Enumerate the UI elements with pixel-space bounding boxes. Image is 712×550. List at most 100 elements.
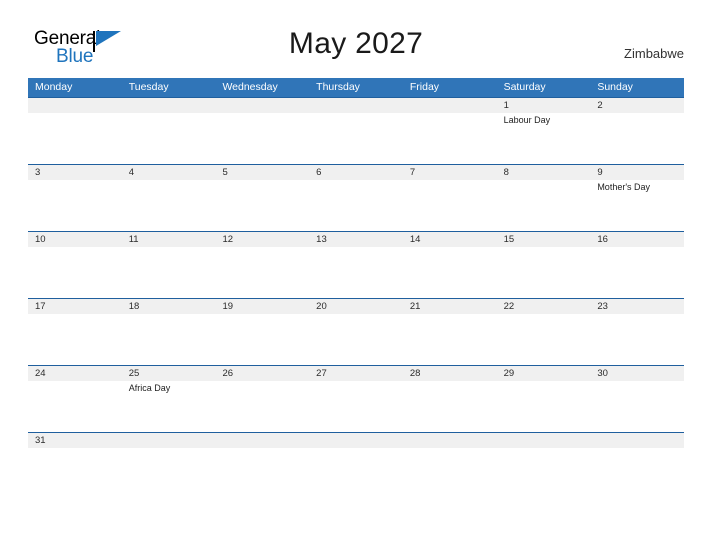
day-cell[interactable]: [121, 314, 216, 365]
calendar-page: General Blue May 2027 Zimbabwe Monday Tu…: [0, 0, 712, 550]
day-cell[interactable]: [309, 381, 403, 432]
date-number[interactable]: 1: [497, 98, 591, 113]
day-cell[interactable]: [402, 314, 497, 365]
date-number[interactable]: [590, 433, 684, 448]
date-number[interactable]: 12: [215, 232, 309, 247]
day-cell[interactable]: [309, 113, 403, 164]
date-number[interactable]: [122, 98, 216, 113]
day-cell[interactable]: [309, 180, 403, 231]
week-body-strip: [28, 448, 685, 457]
weekday-monday: Monday: [35, 81, 73, 93]
day-cell[interactable]: [496, 247, 591, 298]
date-number[interactable]: 26: [215, 366, 309, 381]
date-number[interactable]: 17: [28, 299, 122, 314]
day-cell[interactable]: [309, 448, 403, 457]
date-number[interactable]: 13: [309, 232, 403, 247]
date-number[interactable]: 2: [590, 98, 684, 113]
event-label: Mother's Day: [597, 182, 651, 192]
date-number[interactable]: 10: [28, 232, 122, 247]
date-number[interactable]: 4: [122, 165, 216, 180]
date-number[interactable]: 15: [497, 232, 591, 247]
day-cell[interactable]: [402, 381, 497, 432]
day-cell[interactable]: [215, 448, 310, 457]
date-number[interactable]: 3: [28, 165, 122, 180]
date-number[interactable]: 6: [309, 165, 403, 180]
day-cell[interactable]: Africa Day: [121, 381, 216, 432]
day-cell[interactable]: [309, 314, 403, 365]
day-cell[interactable]: [28, 113, 122, 164]
date-number[interactable]: 18: [122, 299, 216, 314]
date-number[interactable]: 27: [309, 366, 403, 381]
day-cell[interactable]: [590, 381, 685, 432]
date-number[interactable]: 23: [590, 299, 684, 314]
day-cell[interactable]: Labour Day: [496, 113, 591, 164]
day-cell[interactable]: [590, 448, 685, 457]
day-cell[interactable]: [121, 180, 216, 231]
date-number[interactable]: [309, 98, 403, 113]
week-row: 17 18 19 20 21 22 23: [28, 298, 685, 365]
day-cell[interactable]: [28, 180, 122, 231]
date-number[interactable]: [309, 433, 403, 448]
day-cell[interactable]: [121, 448, 216, 457]
day-cell[interactable]: Mother's Day: [590, 180, 685, 231]
date-number[interactable]: [122, 433, 216, 448]
day-cell[interactable]: [402, 247, 497, 298]
day-cell[interactable]: [402, 180, 497, 231]
date-number[interactable]: 19: [215, 299, 309, 314]
day-cell[interactable]: [590, 247, 685, 298]
date-number[interactable]: 31: [28, 433, 122, 448]
date-number[interactable]: [403, 433, 497, 448]
week-body-strip: [28, 314, 685, 365]
week-date-strip: 31: [28, 433, 684, 448]
date-number[interactable]: 11: [122, 232, 216, 247]
week-row: 1 2 Labour Day: [28, 97, 685, 164]
weekday-friday: Friday: [409, 81, 440, 93]
date-number[interactable]: [215, 433, 309, 448]
week-body-strip: Mother's Day: [28, 180, 685, 231]
date-number[interactable]: 20: [309, 299, 403, 314]
day-cell[interactable]: [496, 180, 591, 231]
day-cell[interactable]: [496, 314, 591, 365]
date-number[interactable]: 21: [403, 299, 497, 314]
day-cell[interactable]: [28, 381, 122, 432]
day-cell[interactable]: [121, 247, 216, 298]
date-number[interactable]: 30: [590, 366, 684, 381]
week-date-strip: 1 2: [28, 98, 684, 113]
day-cell[interactable]: [28, 448, 122, 457]
date-number[interactable]: 14: [403, 232, 497, 247]
country-label: Zimbabwe: [624, 46, 684, 61]
date-number[interactable]: 7: [403, 165, 497, 180]
event-label: Labour Day: [503, 115, 551, 125]
day-cell[interactable]: [215, 180, 310, 231]
date-number[interactable]: 29: [497, 366, 591, 381]
date-number[interactable]: 5: [215, 165, 309, 180]
week-row: 31: [28, 432, 685, 457]
day-cell[interactable]: [215, 314, 310, 365]
date-number[interactable]: 8: [497, 165, 591, 180]
day-cell[interactable]: [402, 113, 497, 164]
day-cell[interactable]: [496, 381, 591, 432]
day-cell[interactable]: [215, 381, 310, 432]
day-cell[interactable]: [215, 247, 310, 298]
day-cell[interactable]: [28, 314, 122, 365]
date-number[interactable]: [215, 98, 309, 113]
day-cell[interactable]: [28, 247, 122, 298]
date-number[interactable]: [403, 98, 497, 113]
day-cell[interactable]: [402, 448, 497, 457]
date-number[interactable]: 22: [497, 299, 591, 314]
date-number[interactable]: 9: [590, 165, 684, 180]
week-date-strip: 24 25 26 27 28 29 30: [28, 366, 684, 381]
date-number[interactable]: 24: [28, 366, 122, 381]
day-cell[interactable]: [590, 314, 685, 365]
date-number[interactable]: 28: [403, 366, 497, 381]
day-cell[interactable]: [121, 113, 216, 164]
date-number[interactable]: 16: [590, 232, 684, 247]
date-number[interactable]: 25: [122, 366, 216, 381]
day-cell[interactable]: [496, 448, 591, 457]
date-number[interactable]: [28, 98, 122, 113]
day-cell[interactable]: [215, 113, 310, 164]
week-body-strip: Labour Day: [28, 113, 685, 164]
day-cell[interactable]: [309, 247, 403, 298]
date-number[interactable]: [497, 433, 591, 448]
day-cell[interactable]: [590, 113, 685, 164]
